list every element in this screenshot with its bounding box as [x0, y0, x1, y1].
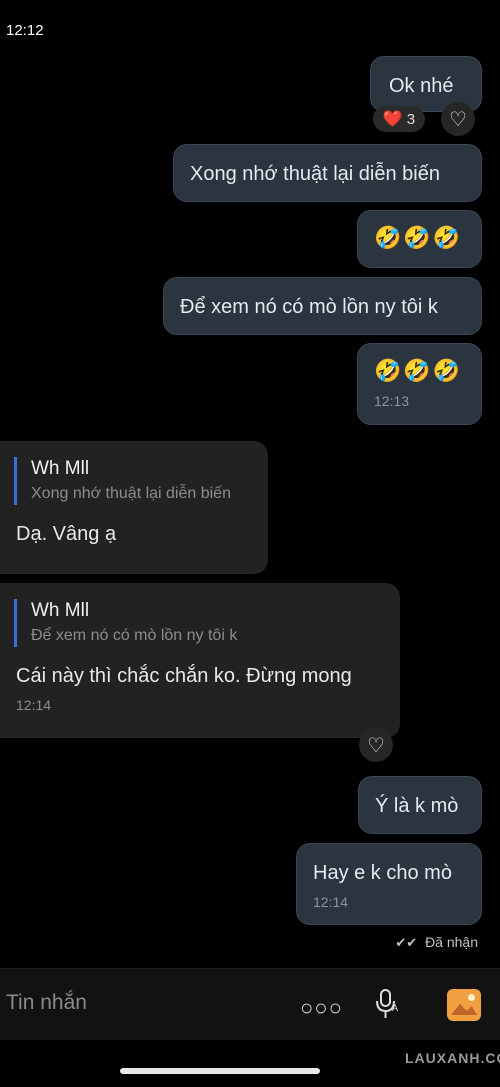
reply-author: Wh Mll [31, 600, 90, 621]
message-text: Dạ. Vâng ạ [16, 523, 117, 545]
reply-text: Để xem nó có mò lồn ny tôi k [31, 627, 238, 644]
reaction-pill[interactable]: ❤️ 3 [373, 106, 425, 132]
delivery-status: ✔✔ Đã nhận [395, 934, 478, 951]
more-icon[interactable]: ○○○ [300, 995, 343, 1021]
status-time: 12:12 [6, 22, 44, 39]
message-text: Hay e k cho mò [313, 862, 452, 884]
image-mountain [451, 1003, 477, 1015]
message-text: Ý là k mò [375, 795, 459, 817]
heart-icon[interactable]: ♡ [441, 102, 475, 136]
message-bubble-outgoing[interactable]: Ý là k mò [358, 776, 482, 834]
message-bubble-outgoing[interactable]: Xong nhớ thuật lại diễn biến [173, 144, 482, 202]
message-text: Cái này thì chắc chắn ko. Đừng mong [16, 665, 352, 687]
message-time: 12:14 [16, 697, 52, 713]
heart-reaction-icon: ❤️ [382, 111, 403, 128]
message-text: Để xem nó có mò lồn ny tôi k [180, 296, 438, 318]
message-text: Ok nhé [389, 75, 454, 97]
message-emoji: 🤣🤣🤣 [374, 225, 463, 250]
reply-author: Wh Mll [31, 458, 90, 479]
message-emoji: 🤣🤣🤣 [374, 358, 463, 383]
message-input-bar: Tin nhắn ○○○ A [0, 968, 500, 1040]
heart-icon[interactable]: ♡ [359, 728, 393, 762]
image-icon[interactable] [447, 989, 481, 1021]
message-time: 12:14 [313, 894, 349, 910]
message-time: 12:13 [374, 393, 410, 409]
check-icon: ✔✔ [395, 935, 418, 950]
reply-quote[interactable]: Wh Mll Để xem nó có mò lồn ny tôi k [14, 599, 400, 647]
image-sun [468, 994, 475, 1001]
delivery-status-text: Đã nhận [425, 934, 478, 950]
mic-icon[interactable]: A [372, 987, 402, 1021]
watermark: LAUXANH.CC [405, 1050, 500, 1066]
reply-quote[interactable]: Wh Mll Xong nhớ thuật lại diễn biến [14, 457, 268, 505]
reaction-count: 3 [406, 110, 416, 128]
message-bubble-outgoing[interactable]: Hay e k cho mò 12:14 [296, 843, 482, 925]
reply-text: Xong nhớ thuật lại diễn biến [31, 485, 231, 502]
svg-text:A: A [392, 1003, 398, 1013]
message-text: Xong nhớ thuật lại diễn biến [190, 163, 440, 185]
message-bubble-outgoing[interactable]: 🤣🤣🤣 12:13 [357, 343, 482, 425]
message-bubble-incoming[interactable]: Wh Mll Để xem nó có mò lồn ny tôi k Cái … [0, 583, 400, 738]
home-indicator[interactable] [120, 1068, 320, 1074]
message-input[interactable]: Tin nhắn [6, 991, 87, 1015]
message-bubble-outgoing[interactable]: 🤣🤣🤣 [357, 210, 482, 268]
message-bubble-outgoing[interactable]: Để xem nó có mò lồn ny tôi k [163, 277, 482, 335]
message-bubble-incoming[interactable]: Wh Mll Xong nhớ thuật lại diễn biến Dạ. … [0, 441, 268, 574]
